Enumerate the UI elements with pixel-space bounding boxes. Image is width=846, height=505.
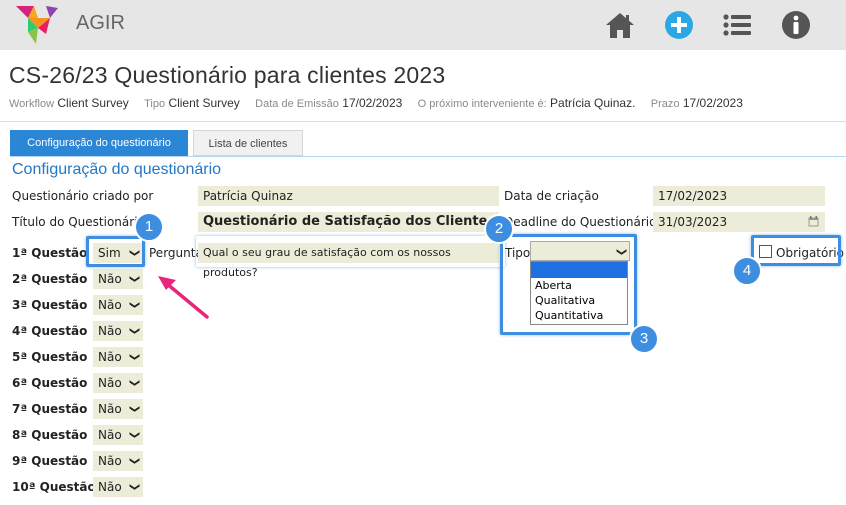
created-by-field[interactable]: Patrícia Quinaz <box>198 186 499 206</box>
chevron-down-icon: ❯ <box>128 430 140 440</box>
created-date-field[interactable]: 17/02/2023 <box>653 186 825 206</box>
question-label: 4ª Questão <box>12 324 88 338</box>
question-label: 5ª Questão <box>12 350 88 364</box>
chevron-down-icon: ❯ <box>128 378 140 388</box>
highlight-spacer <box>196 236 505 267</box>
workflow-meta: Workflow Client Survey Tipo Client Surve… <box>9 96 755 110</box>
meta-value-prazo: 17/02/2023 <box>682 96 743 110</box>
home-icon[interactable] <box>604 9 636 41</box>
highlight-question-toggle <box>86 236 145 267</box>
chevron-down-icon: ❯ <box>128 482 140 492</box>
question-enabled-select[interactable]: Não ❯ <box>93 321 143 341</box>
app-name: AGIR <box>76 12 125 34</box>
question-enabled-value: Não <box>98 376 122 390</box>
question-label: 3ª Questão <box>12 298 88 312</box>
tab-underline <box>10 156 846 157</box>
meta-value-emissao: 17/02/2023 <box>342 96 403 110</box>
section-title: Configuração do questionário <box>12 161 222 178</box>
question-label: 6ª Questão <box>12 376 88 390</box>
question-enabled-value: Não <box>98 428 122 442</box>
question-enabled-value: Não <box>98 272 122 286</box>
question-label: 10ª Questão <box>12 480 96 494</box>
chevron-down-icon: ❯ <box>128 404 140 414</box>
divider <box>0 121 846 122</box>
list-icon[interactable] <box>721 9 753 41</box>
meta-value-workflow: Client Survey <box>57 96 129 110</box>
chevron-down-icon: ❯ <box>128 456 140 466</box>
created-by-label: Questionário criado por <box>12 189 154 203</box>
page-title: CS-26/23 Questionário para clientes 2023 <box>9 62 446 88</box>
question-label: 7ª Questão <box>12 402 88 416</box>
question-enabled-select[interactable]: Não ❯ <box>93 295 143 315</box>
badge-3: 3 <box>629 324 659 354</box>
meta-key-tipo: Tipo <box>144 98 166 110</box>
meta-key-interveniente: O próximo interveniente é: <box>417 98 547 110</box>
question-label: 1ª Questão <box>12 246 88 260</box>
deadline-label: Deadline do Questionário <box>504 215 657 229</box>
info-icon[interactable] <box>780 9 812 41</box>
meta-key-emissao: Data de Emissão <box>255 98 339 110</box>
pointer-arrow-icon <box>158 276 209 319</box>
question-enabled-select[interactable]: Não ❯ <box>93 451 143 471</box>
badge-2: 2 <box>484 214 514 244</box>
meta-key-workflow: Workflow <box>9 98 55 110</box>
question-label: 8ª Questão <box>12 428 88 442</box>
question-enabled-select[interactable]: Não ❯ <box>93 425 143 445</box>
agir-logo[interactable] <box>14 4 62 46</box>
question-enabled-value: Não <box>98 350 122 364</box>
question-enabled-value: Não <box>98 324 122 338</box>
question-label: 2ª Questão <box>12 272 88 286</box>
meta-value-tipo: Client Survey <box>168 96 240 110</box>
tab-configuracao[interactable]: Configuração do questionário <box>10 130 188 156</box>
question-enabled-value: Não <box>98 454 122 468</box>
question-enabled-select[interactable]: Não ❯ <box>93 477 143 497</box>
highlight-obrigatorio <box>751 235 841 266</box>
question-enabled-value: Não <box>98 298 122 312</box>
question-enabled-value: Não <box>98 402 122 416</box>
deadline-field[interactable]: 31/03/2023 <box>653 212 825 232</box>
chevron-down-icon: ❯ <box>128 274 140 284</box>
meta-key-prazo: Prazo <box>650 98 680 110</box>
plus-icon[interactable] <box>663 9 695 41</box>
created-date-label: Data de criação <box>504 189 599 203</box>
tab-lista-clientes[interactable]: Lista de clientes <box>193 130 303 156</box>
chevron-down-icon: ❯ <box>128 326 140 336</box>
top-bar: AGIR <box>0 0 846 50</box>
deadline-value: 31/03/2023 <box>658 215 728 229</box>
question-enabled-select[interactable]: Não ❯ <box>93 347 143 367</box>
question-enabled-select[interactable]: Não ❯ <box>93 373 143 393</box>
pergunta-label: Pergunta <box>149 246 203 260</box>
question-enabled-select[interactable]: Não ❯ <box>93 399 143 419</box>
chevron-down-icon: ❯ <box>128 300 140 310</box>
highlight-tipo <box>500 234 637 335</box>
questionnaire-title-field[interactable]: Questionário de Satisfação dos Clientes … <box>198 212 499 232</box>
meta-value-interveniente: Patrícia Quinaz. <box>550 96 636 110</box>
chevron-down-icon: ❯ <box>128 352 140 362</box>
question-enabled-value: Não <box>98 480 122 494</box>
badge-1: 1 <box>134 212 164 242</box>
title-label: Título do Questionário <box>12 215 145 229</box>
question-enabled-select[interactable]: Não ❯ <box>93 269 143 289</box>
question-label: 9ª Questão <box>12 454 88 468</box>
badge-4: 4 <box>732 256 762 286</box>
calendar-icon[interactable] <box>808 216 819 227</box>
